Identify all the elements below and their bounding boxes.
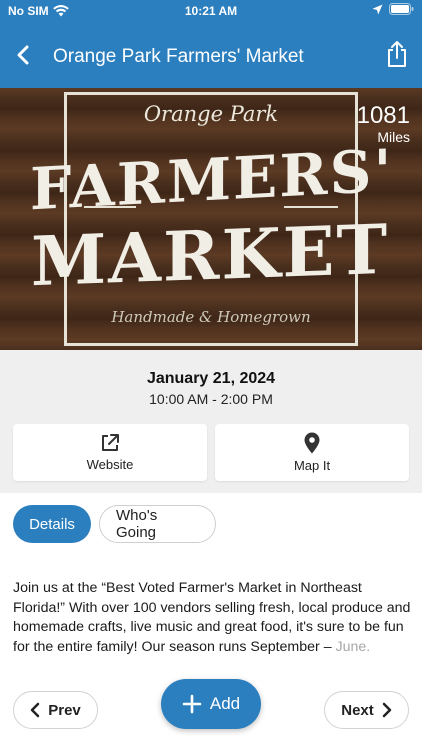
website-label: Website (86, 457, 134, 472)
tab-bar: Details Who's Going (13, 505, 216, 543)
external-link-icon (102, 434, 119, 451)
share-button[interactable] (386, 40, 408, 68)
add-label: Add (209, 694, 241, 713)
distance-unit: Miles (377, 129, 410, 145)
prev-label: Prev (48, 701, 81, 719)
add-button[interactable]: Add (161, 679, 261, 729)
event-description: Join us at the “Best Voted Farmer's Mark… (13, 579, 411, 657)
chevron-left-icon (17, 45, 29, 65)
event-date: January 21, 2024 (146, 370, 276, 387)
chevron-left-icon (30, 702, 40, 718)
website-button[interactable]: Website (13, 424, 207, 481)
description-faded-text: June. (335, 638, 371, 655)
hero-image: Orange Park FARMERS' MARKET Handmade & H… (0, 88, 422, 350)
map-pin-icon (304, 432, 320, 454)
page-title: Orange Park Farmers' Market (53, 46, 304, 67)
distance-badge: 1081 Miles (356, 102, 410, 145)
status-time: 10:21 AM (184, 4, 238, 18)
event-hours: 10:00 AM - 2:00 PM (149, 391, 273, 407)
prev-button[interactable]: Prev (13, 691, 98, 729)
tab-details[interactable]: Details (13, 505, 91, 543)
battery-icon (389, 3, 414, 15)
tab-whos-going[interactable]: Who's Going (99, 505, 216, 543)
share-icon (388, 41, 406, 67)
logo-tagline: Handmade & Homegrown (111, 308, 311, 326)
nav-bar: Orange Park Farmers' Market (0, 22, 422, 88)
plus-icon (182, 694, 202, 714)
location-arrow-icon (372, 4, 383, 14)
status-right (372, 3, 414, 15)
status-bar: No SIM 10:21 AM (0, 0, 422, 22)
back-button[interactable] (10, 42, 36, 68)
logo-line-market: MARKET (30, 209, 390, 303)
next-label: Next (341, 701, 374, 719)
map-it-label: Map It (293, 458, 331, 473)
chevron-right-icon (382, 702, 391, 718)
next-button[interactable]: Next (324, 691, 409, 729)
event-info: January 21, 2024 10:00 AM - 2:00 PM Webs… (0, 350, 422, 493)
distance-value: 1081 (356, 102, 410, 129)
map-it-button[interactable]: Map It (215, 424, 409, 481)
